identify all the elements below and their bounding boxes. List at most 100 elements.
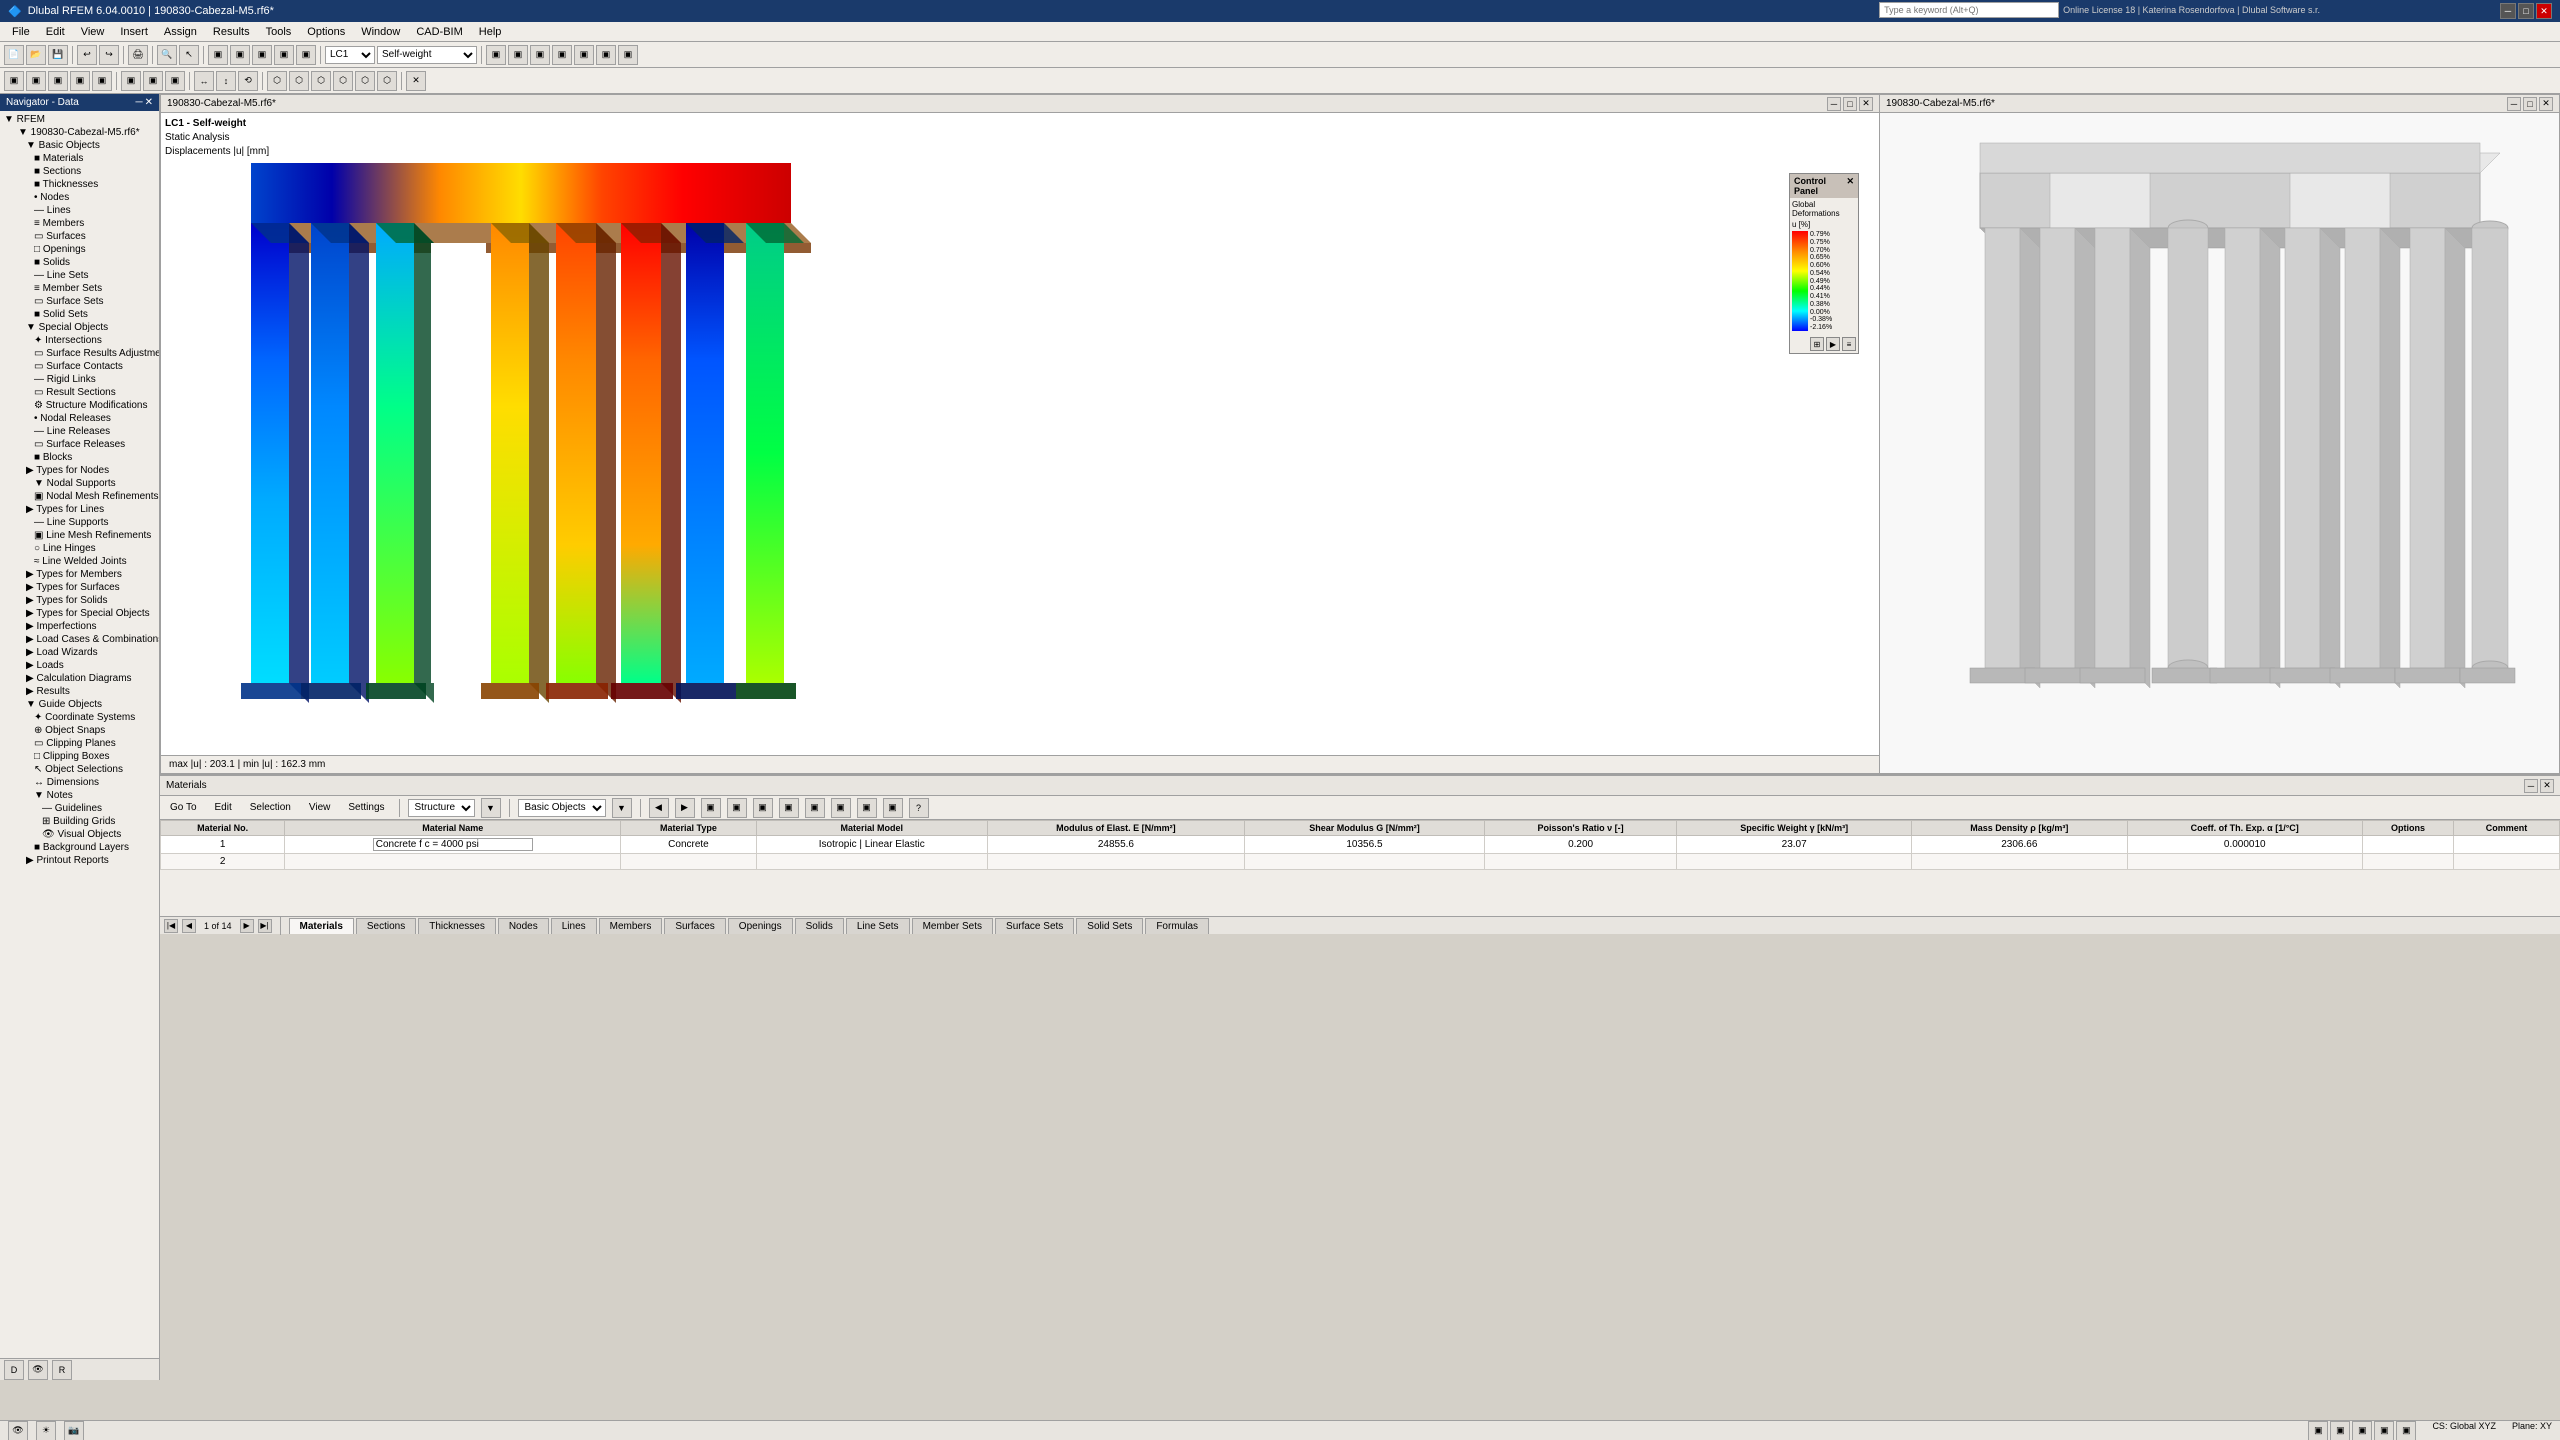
nav-obj-selections[interactable]: ↖ Object Selections	[2, 763, 157, 776]
nav-intersections[interactable]: ✦ Intersections	[2, 334, 157, 347]
panel-tb2[interactable]: ▶	[675, 798, 695, 818]
open-btn[interactable]: 📂	[26, 45, 46, 65]
nav-special-objects[interactable]: ▼ Special Objects	[2, 321, 157, 334]
nav-visual-objects[interactable]: 👁 Visual Objects	[2, 828, 157, 841]
tb6[interactable]: ▣	[486, 45, 506, 65]
tab-solidsets[interactable]: Solid Sets	[1076, 918, 1143, 934]
tb5[interactable]: ▣	[296, 45, 316, 65]
panel-min[interactable]: ─	[2524, 779, 2538, 793]
nav-types-solids[interactable]: ▶ Types for Solids	[2, 594, 157, 607]
tab-membersets[interactable]: Member Sets	[912, 918, 993, 934]
tb11[interactable]: ▣	[596, 45, 616, 65]
nav-guide-objects[interactable]: ▼ Guide Objects	[2, 698, 157, 711]
tab-surfaces[interactable]: Surfaces	[664, 918, 725, 934]
nav-linesets[interactable]: — Line Sets	[2, 269, 157, 282]
redo-btn[interactable]: ↪	[99, 45, 119, 65]
tab-thicknesses[interactable]: Thicknesses	[418, 918, 496, 934]
panel-close[interactable]: ✕	[2540, 779, 2554, 793]
nav-coord-sys[interactable]: ✦ Coordinate Systems	[2, 711, 157, 724]
status-btn3[interactable]: 📷	[64, 1421, 84, 1440]
nav-building-grids[interactable]: ⊞ Building Grids	[2, 815, 157, 828]
tab-openings[interactable]: Openings	[728, 918, 793, 934]
page-first[interactable]: |◀	[164, 919, 178, 933]
nav-guidelines[interactable]: — Guidelines	[2, 802, 157, 815]
view-left-max[interactable]: □	[1843, 97, 1857, 111]
tab-formulas[interactable]: Formulas	[1145, 918, 1209, 934]
cp-btn1[interactable]: ⊞	[1810, 337, 1824, 351]
nav-types-lines[interactable]: ▶ Types for Lines	[2, 503, 157, 516]
menu-window[interactable]: Window	[353, 24, 408, 40]
tb7[interactable]: ▣	[508, 45, 528, 65]
nav-materials[interactable]: ■ Materials	[2, 152, 157, 165]
view-btn6[interactable]: ▣	[121, 71, 141, 91]
nav-imperfections[interactable]: ▶ Imperfections	[2, 620, 157, 633]
nav-load-wizards[interactable]: ▶ Load Wizards	[2, 646, 157, 659]
minimize-btn[interactable]: ─	[2500, 3, 2516, 19]
nav-types-nodes[interactable]: ▶ Types for Nodes	[2, 464, 157, 477]
panel-tb4[interactable]: ▣	[727, 798, 747, 818]
panel-tb10[interactable]: ▣	[883, 798, 903, 818]
panel-edit[interactable]: Edit	[209, 801, 238, 814]
nav-rfem-root[interactable]: ▼ RFEM	[2, 113, 157, 126]
nav-clip-boxes[interactable]: □ Clipping Boxes	[2, 750, 157, 763]
tab-lines[interactable]: Lines	[551, 918, 597, 934]
view-btn14[interactable]: ⬡	[311, 71, 331, 91]
tb8[interactable]: ▣	[530, 45, 550, 65]
matname-input[interactable]	[373, 838, 533, 851]
print-btn[interactable]: 🖨	[128, 45, 148, 65]
tb3[interactable]: ▣	[252, 45, 272, 65]
nav-load-cases[interactable]: ▶ Load Cases & Combinations	[2, 633, 157, 646]
view-btn16[interactable]: ⬡	[355, 71, 375, 91]
nav-notes[interactable]: ▼ Notes	[2, 789, 157, 802]
nav-lines[interactable]: — Lines	[2, 204, 157, 217]
nav-sra[interactable]: ▭ Surface Results Adjustments	[2, 347, 157, 360]
menu-insert[interactable]: Insert	[112, 24, 156, 40]
panel-settings[interactable]: Settings	[342, 801, 390, 814]
table-row[interactable]: 2	[161, 854, 2560, 870]
nav-calc-diag[interactable]: ▶ Calculation Diagrams	[2, 672, 157, 685]
sb5[interactable]: ▣	[2396, 1421, 2416, 1440]
nav-loads[interactable]: ▶ Loads	[2, 659, 157, 672]
view-btn18[interactable]: ✕	[406, 71, 426, 91]
nav-file[interactable]: ▼ 190830-Cabezal-M5.rf6*	[2, 126, 157, 139]
view-btn9[interactable]: ↔	[194, 71, 214, 91]
nav-surface-contacts[interactable]: ▭ Surface Contacts	[2, 360, 157, 373]
panel-filter2[interactable]: Basic Objects	[518, 799, 606, 817]
sb1[interactable]: ▣	[2308, 1421, 2328, 1440]
sb4[interactable]: ▣	[2374, 1421, 2394, 1440]
nav-data-btn[interactable]: D	[4, 1360, 24, 1380]
tb4[interactable]: ▣	[274, 45, 294, 65]
page-next[interactable]: ▶	[240, 919, 254, 933]
tb1[interactable]: ▣	[208, 45, 228, 65]
page-prev[interactable]: ◀	[182, 919, 196, 933]
nav-openings[interactable]: □ Openings	[2, 243, 157, 256]
search-input[interactable]	[1879, 2, 2059, 18]
lc-selector[interactable]: LC1	[325, 46, 375, 64]
view-btn4[interactable]: ▣	[70, 71, 90, 91]
nav-sections[interactable]: ■ Sections	[2, 165, 157, 178]
nav-nodal-releases[interactable]: • Nodal Releases	[2, 412, 157, 425]
nav-clip-planes[interactable]: ▭ Clipping Planes	[2, 737, 157, 750]
nav-line-mesh[interactable]: ▣ Line Mesh Refinements	[2, 529, 157, 542]
save-btn[interactable]: 💾	[48, 45, 68, 65]
new-btn[interactable]: 📄	[4, 45, 24, 65]
panel-tb11[interactable]: ?	[909, 798, 929, 818]
panel-tb7[interactable]: ▣	[805, 798, 825, 818]
maximize-btn[interactable]: □	[2518, 3, 2534, 19]
table-row[interactable]: 1 Concrete Isotropic | Linear Elastic 24…	[161, 836, 2560, 854]
panel-filter2-btn[interactable]: ▼	[612, 798, 632, 818]
panel-tb3[interactable]: ▣	[701, 798, 721, 818]
view-btn3[interactable]: ▣	[48, 71, 68, 91]
zoom-btn[interactable]: 🔍	[157, 45, 177, 65]
tab-sections[interactable]: Sections	[356, 918, 416, 934]
status-btn1[interactable]: 👁	[8, 1421, 28, 1440]
panel-filter1[interactable]: Structure	[408, 799, 475, 817]
nav-result-sections[interactable]: ▭ Result Sections	[2, 386, 157, 399]
view-btn1[interactable]: ▣	[4, 71, 24, 91]
panel-selection[interactable]: Selection	[244, 801, 297, 814]
menu-cadbim[interactable]: CAD-BIM	[408, 24, 470, 40]
nav-blocks[interactable]: ■ Blocks	[2, 451, 157, 464]
menu-edit[interactable]: Edit	[38, 24, 73, 40]
panel-tb5[interactable]: ▣	[753, 798, 773, 818]
nav-bg-layers[interactable]: ■ Background Layers	[2, 841, 157, 854]
